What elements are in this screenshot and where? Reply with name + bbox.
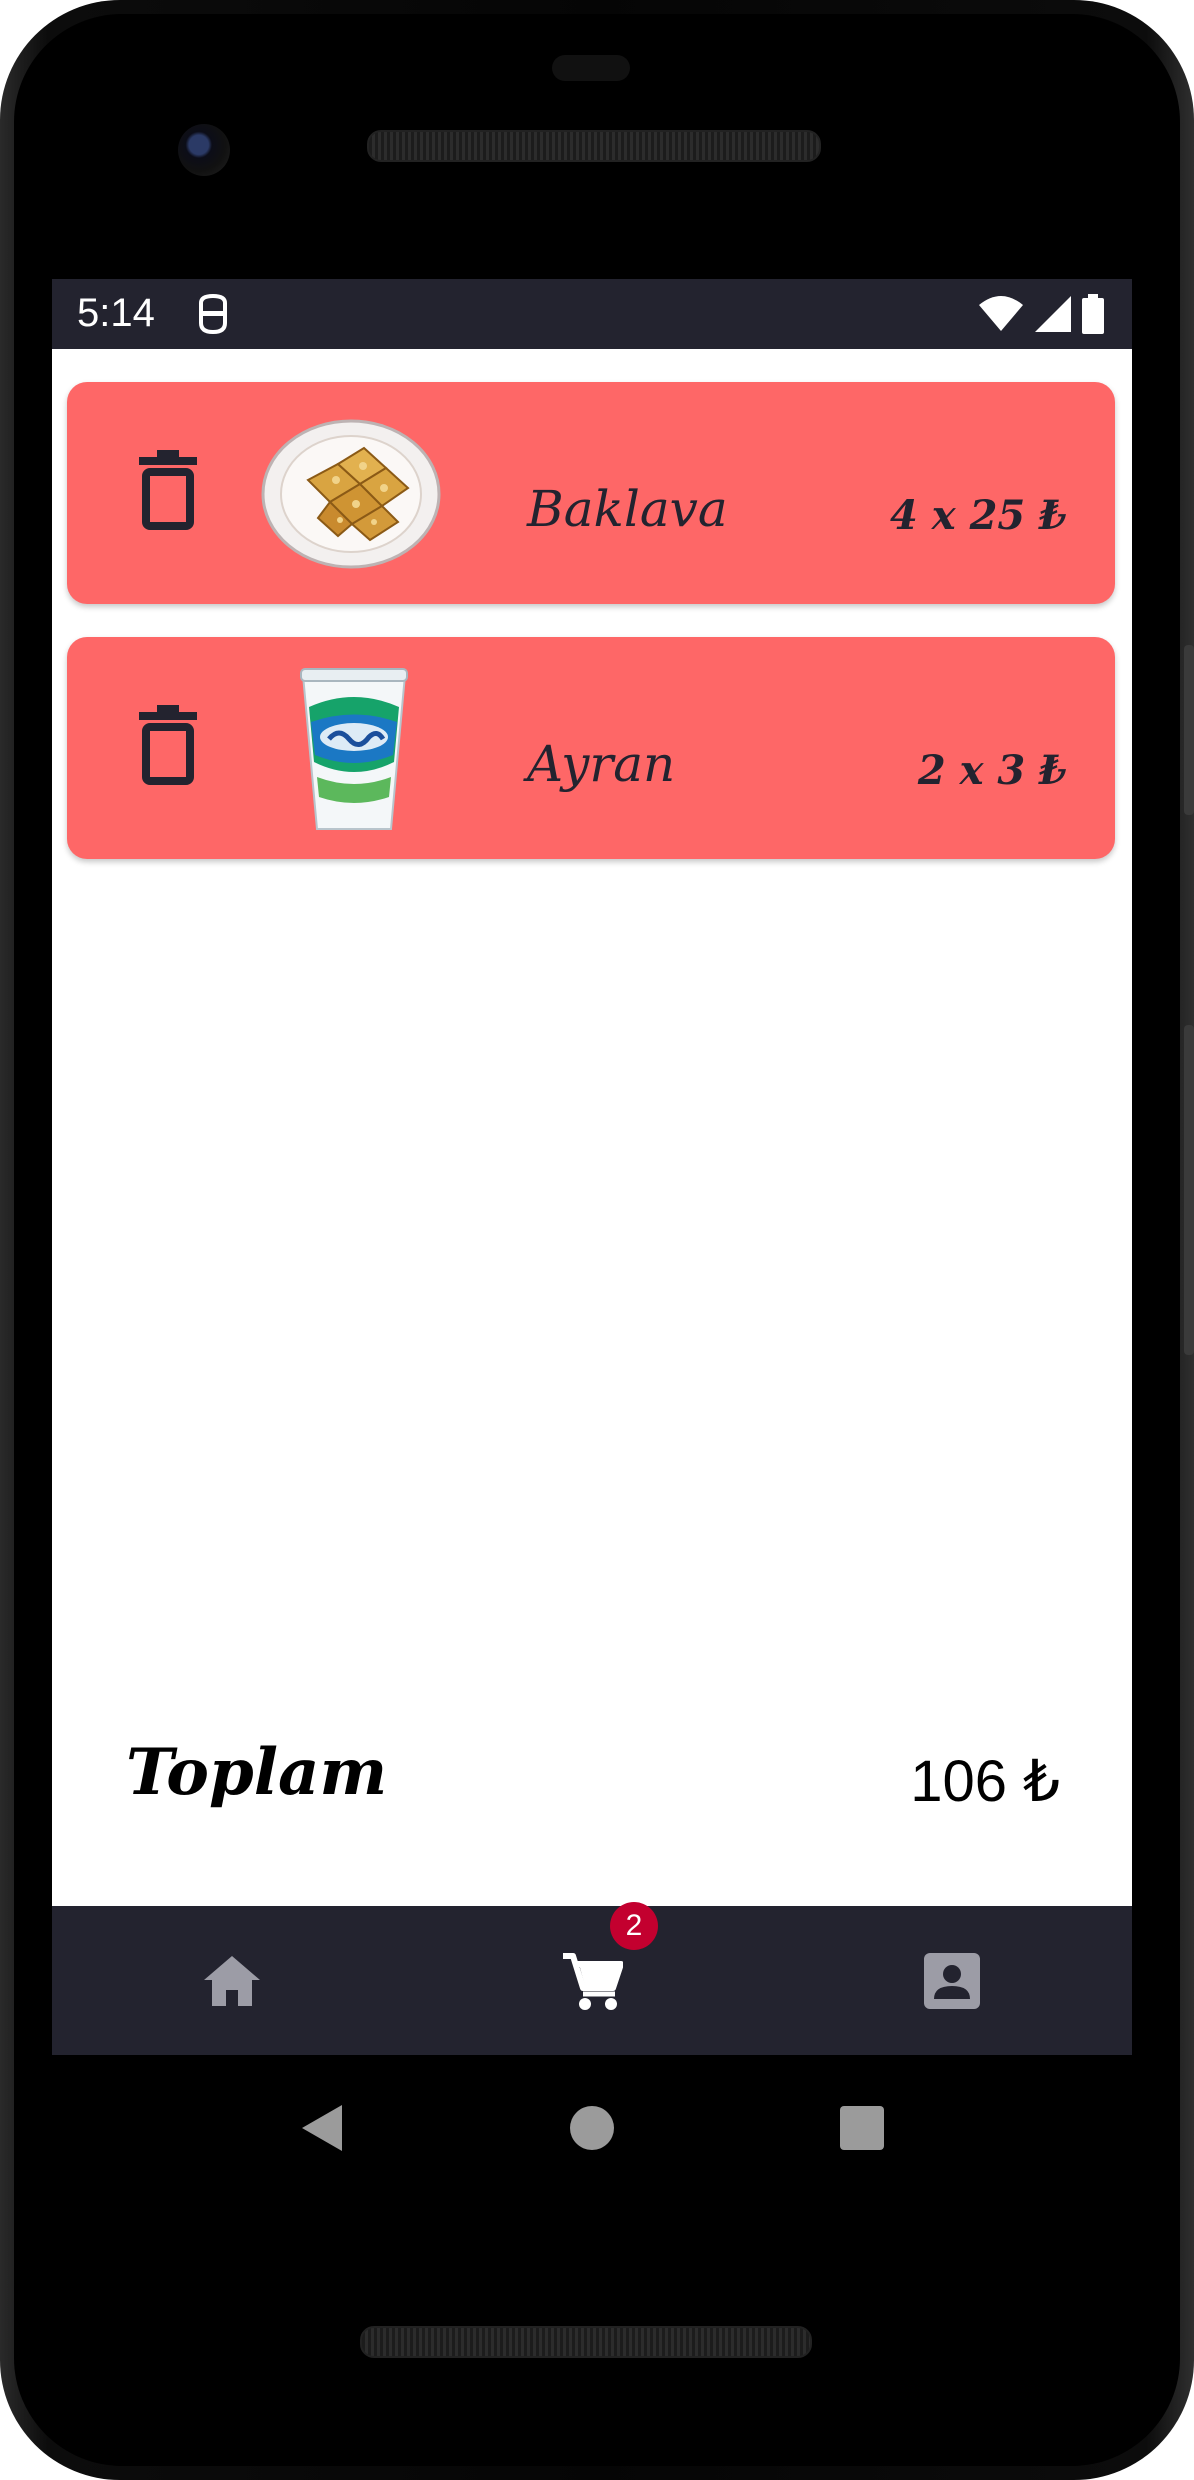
back-icon <box>302 2104 342 2151</box>
bottom-navigation <box>52 1906 1132 2055</box>
delete-icon[interactable] <box>137 703 199 785</box>
status-icons <box>978 293 1104 335</box>
total-label: Toplam <box>126 1735 388 1810</box>
nav-home[interactable] <box>132 1906 332 2055</box>
proximity-sensor <box>552 55 630 81</box>
ayran-cup-image <box>300 668 408 830</box>
cart-badge: 2 <box>610 1902 658 1950</box>
item-quantity-price: 2 x 3 ₺ <box>917 747 1067 794</box>
wifi-icon <box>979 296 1023 331</box>
item-name: Baklava <box>527 480 728 538</box>
nav-profile[interactable] <box>852 1906 1052 2055</box>
home-icon <box>204 1955 260 2006</box>
nav-cart[interactable] <box>492 1906 692 2055</box>
baklava-image <box>261 419 441 569</box>
app-screen: 5:14 Baklava 4 x 25 ₺ Ayran 2 x 3 ₺ Topl… <box>52 279 1132 2055</box>
home-circle-icon <box>570 2105 614 2150</box>
cart-item-card[interactable]: Baklava 4 x 25 ₺ <box>67 382 1115 604</box>
front-camera <box>178 124 230 176</box>
app-notification-icon <box>199 293 227 335</box>
total-value: 106 ₺ <box>910 1749 1060 1814</box>
volume-button <box>1184 1025 1194 1355</box>
power-button <box>1184 645 1194 815</box>
system-navigation-bar <box>52 2055 1132 2200</box>
profile-icon <box>924 1952 980 2009</box>
cart-item-card[interactable]: Ayran 2 x 3 ₺ <box>67 637 1115 859</box>
home-system-button[interactable] <box>522 2055 662 2200</box>
item-quantity-price: 4 x 25 ₺ <box>890 492 1067 539</box>
back-button[interactable] <box>252 2055 392 2200</box>
cart-icon <box>563 1952 623 2010</box>
recents-icon <box>840 2105 884 2150</box>
signal-icon <box>1035 296 1071 332</box>
item-name: Ayran <box>527 735 676 793</box>
recents-button[interactable] <box>792 2055 932 2200</box>
status-bar: 5:14 <box>52 279 1132 349</box>
status-time: 5:14 <box>77 291 155 335</box>
earpiece-speaker <box>367 130 821 162</box>
delete-icon[interactable] <box>137 448 199 530</box>
battery-icon <box>1082 294 1104 334</box>
bottom-speaker <box>360 2326 812 2358</box>
